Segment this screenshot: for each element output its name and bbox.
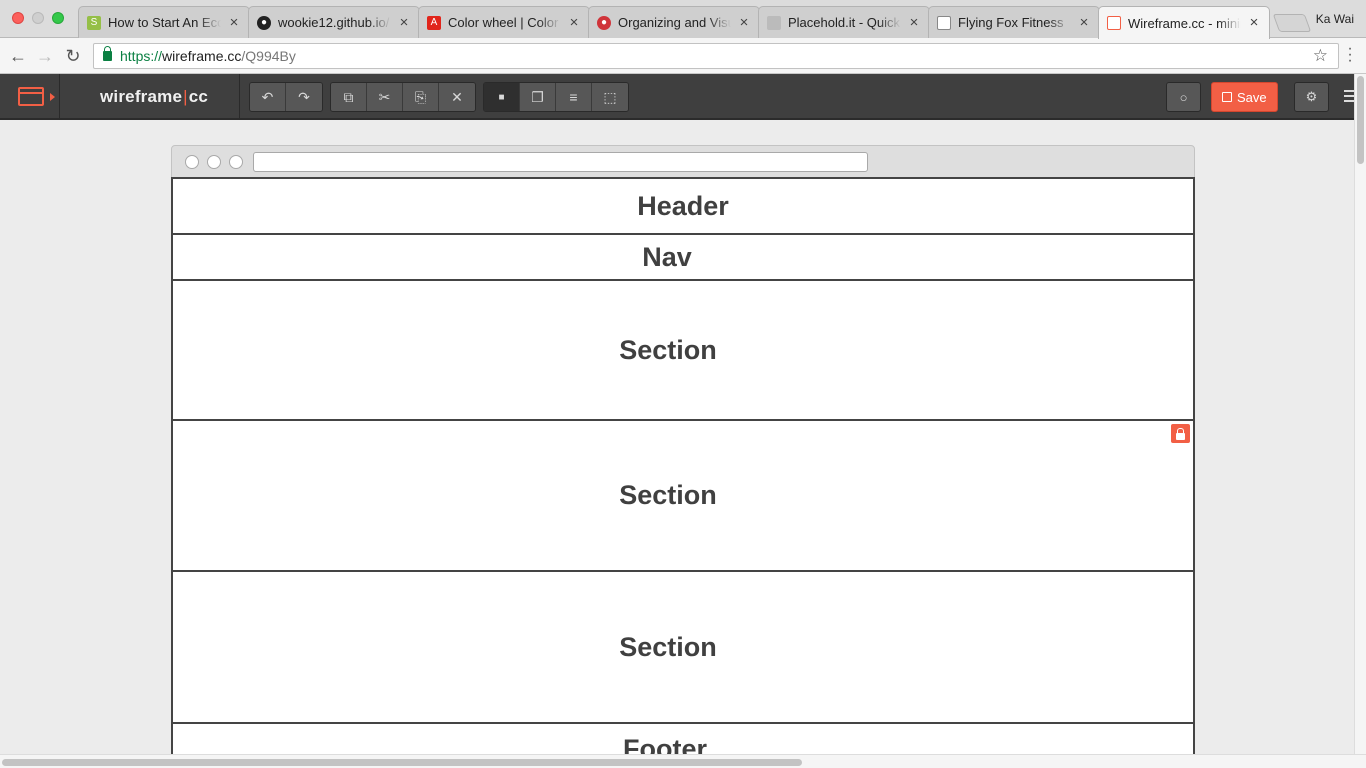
horizontal-scroll-thumb[interactable] — [2, 759, 802, 766]
url-host: wireframe.cc — [162, 48, 242, 64]
redo-button[interactable]: ↷ — [286, 83, 322, 111]
toolbar-divider — [239, 74, 240, 120]
adobe-icon: A — [427, 15, 441, 30]
browser-tab-strip: S How to Start An Ecommerce × ● wookie12… — [0, 0, 1366, 39]
tab-close-icon[interactable]: × — [737, 15, 751, 30]
brand-suffix: cc — [188, 87, 209, 106]
site-icon: ● — [597, 15, 611, 30]
reload-icon[interactable]: ↻ — [63, 46, 83, 66]
tab-title: Color wheel | Color — [448, 15, 559, 30]
wireframe-footer-block[interactable]: Footer — [171, 722, 1195, 754]
duplicate-button[interactable]: ⧉ — [331, 83, 367, 111]
app-logo: wireframe|cc — [100, 87, 208, 107]
stencil-menu-caret-icon[interactable] — [50, 93, 55, 101]
locked-lock-icon[interactable] — [1171, 424, 1190, 443]
block-label: Footer — [623, 734, 707, 754]
wireframe-section-block-locked[interactable]: Section — [171, 419, 1195, 572]
tab-close-icon[interactable]: × — [567, 15, 581, 30]
secure-lock-icon — [103, 46, 112, 61]
browser-tab[interactable]: A Color wheel | Color × — [418, 6, 590, 38]
toolbar-divider — [59, 74, 60, 120]
tab-close-icon[interactable]: × — [227, 15, 241, 30]
delete-button[interactable]: ✕ — [439, 83, 475, 111]
document-icon — [937, 15, 951, 30]
brand-separator: | — [183, 87, 188, 106]
browser-tab[interactable]: ● Organizing and Visualizing × — [588, 6, 760, 38]
browser-tab[interactable]: ● wookie12.github.io/ × — [248, 6, 420, 38]
vertical-scrollbar[interactable] — [1354, 74, 1366, 754]
app-toolbar: wireframe|cc ↶ ↷ ⧉ ✂ ⎘ ✕ ■ ❐ ≡ ⬚ ○ Save … — [0, 74, 1354, 120]
vertical-scroll-thumb[interactable] — [1357, 76, 1364, 164]
tab-title: How to Start An Ecommerce — [108, 15, 221, 30]
github-icon: ● — [257, 15, 271, 30]
browser-mockup-frame: Header Nav Section Section Section Foote… — [171, 145, 1195, 754]
wireframe-section-block[interactable]: Section — [171, 279, 1195, 421]
block-label: Header — [637, 190, 729, 221]
window-minimize-button[interactable] — [32, 12, 44, 24]
profile-name[interactable]: Ka Wai — [1316, 12, 1354, 26]
mockup-url-bar — [253, 152, 868, 172]
window-close-button[interactable] — [12, 12, 24, 24]
paste-button[interactable]: ⎘ — [403, 83, 439, 111]
tab-close-icon[interactable]: × — [907, 15, 921, 30]
block-label: Nav — [642, 241, 692, 272]
mockup-window-dot — [229, 155, 243, 169]
comment-bubble-icon: ○ — [1179, 89, 1188, 105]
align-button[interactable]: ≡ — [556, 83, 592, 111]
block-label: Section — [619, 631, 717, 662]
settings-button[interactable]: ⚙ — [1294, 82, 1329, 112]
mockup-window-dot — [185, 155, 199, 169]
save-button[interactable]: Save — [1211, 82, 1278, 112]
save-disk-icon — [1222, 92, 1232, 102]
tab-close-icon[interactable]: × — [1077, 15, 1091, 30]
wireframe-canvas[interactable]: Header Nav Section Section Section Foote… — [0, 121, 1354, 754]
cut-button[interactable]: ✂ — [367, 83, 403, 111]
lock-button[interactable]: ■ — [484, 83, 520, 111]
brand-name: wireframe — [100, 87, 183, 106]
bookmark-star-icon[interactable]: ☆ — [1313, 46, 1328, 66]
arrange-button-group: ■ ❐ ≡ ⬚ — [483, 82, 629, 112]
wireframe-nav-block[interactable]: Nav — [171, 233, 1195, 281]
tab-close-icon[interactable]: × — [1247, 15, 1261, 30]
address-bar[interactable]: https://wireframe.cc/Q994By ☆ — [93, 43, 1339, 69]
back-arrow-icon[interactable]: ← — [8, 46, 28, 66]
url-scheme: https:// — [120, 48, 163, 64]
tab-title: Placehold.it - Quick — [788, 15, 900, 30]
tab-title: Wireframe.cc - minimal — [1128, 15, 1241, 31]
mockup-window-dot — [207, 155, 221, 169]
block-label: Section — [619, 334, 717, 365]
horizontal-scrollbar[interactable] — [0, 754, 1366, 768]
tab-title: Organizing and Visualizing — [618, 15, 731, 30]
wireframe-section-block[interactable]: Section — [171, 570, 1195, 724]
browser-tab[interactable]: S How to Start An Ecommerce × — [78, 6, 250, 38]
comments-button[interactable]: ○ — [1166, 82, 1201, 112]
tab-close-icon[interactable]: × — [397, 15, 411, 30]
stencil-window-icon[interactable] — [18, 87, 44, 106]
browser-tab-active[interactable]: Wireframe.cc - minimal × — [1098, 6, 1270, 39]
arrange-button[interactable]: ❐ — [520, 83, 556, 111]
lock-icon: ■ — [498, 91, 505, 103]
history-button-group: ↶ ↷ — [249, 82, 323, 112]
browser-toolbar: ← → ↻ https://wireframe.cc/Q994By ☆ · · · — [0, 38, 1366, 74]
mockup-titlebar — [171, 145, 1195, 178]
browser-tab[interactable]: Flying Fox Fitness × — [928, 6, 1100, 38]
hamburger-menu-icon[interactable] — [1344, 90, 1354, 102]
group-button[interactable]: ⬚ — [592, 83, 628, 111]
placehold-icon — [767, 15, 781, 30]
undo-button[interactable]: ↶ — [250, 83, 286, 111]
shopify-icon: S — [87, 15, 101, 30]
forward-arrow-icon[interactable]: → — [35, 46, 55, 66]
block-label: Section — [619, 480, 717, 510]
tab-title: Flying Fox Fitness — [958, 15, 1064, 30]
save-label: Save — [1237, 89, 1267, 105]
browser-tab[interactable]: Placehold.it - Quick × — [758, 6, 930, 38]
new-tab-button[interactable] — [1272, 14, 1312, 32]
window-zoom-button[interactable] — [52, 12, 64, 24]
url-path: /Q994By — [241, 48, 296, 64]
wireframe-icon — [1107, 16, 1121, 30]
browser-menu-icon[interactable]: · · · — [1346, 41, 1354, 69]
edit-button-group: ⧉ ✂ ⎘ ✕ — [330, 82, 476, 112]
tab-title: wookie12.github.io/ — [278, 15, 390, 30]
wireframe-header-block[interactable]: Header — [171, 177, 1195, 235]
